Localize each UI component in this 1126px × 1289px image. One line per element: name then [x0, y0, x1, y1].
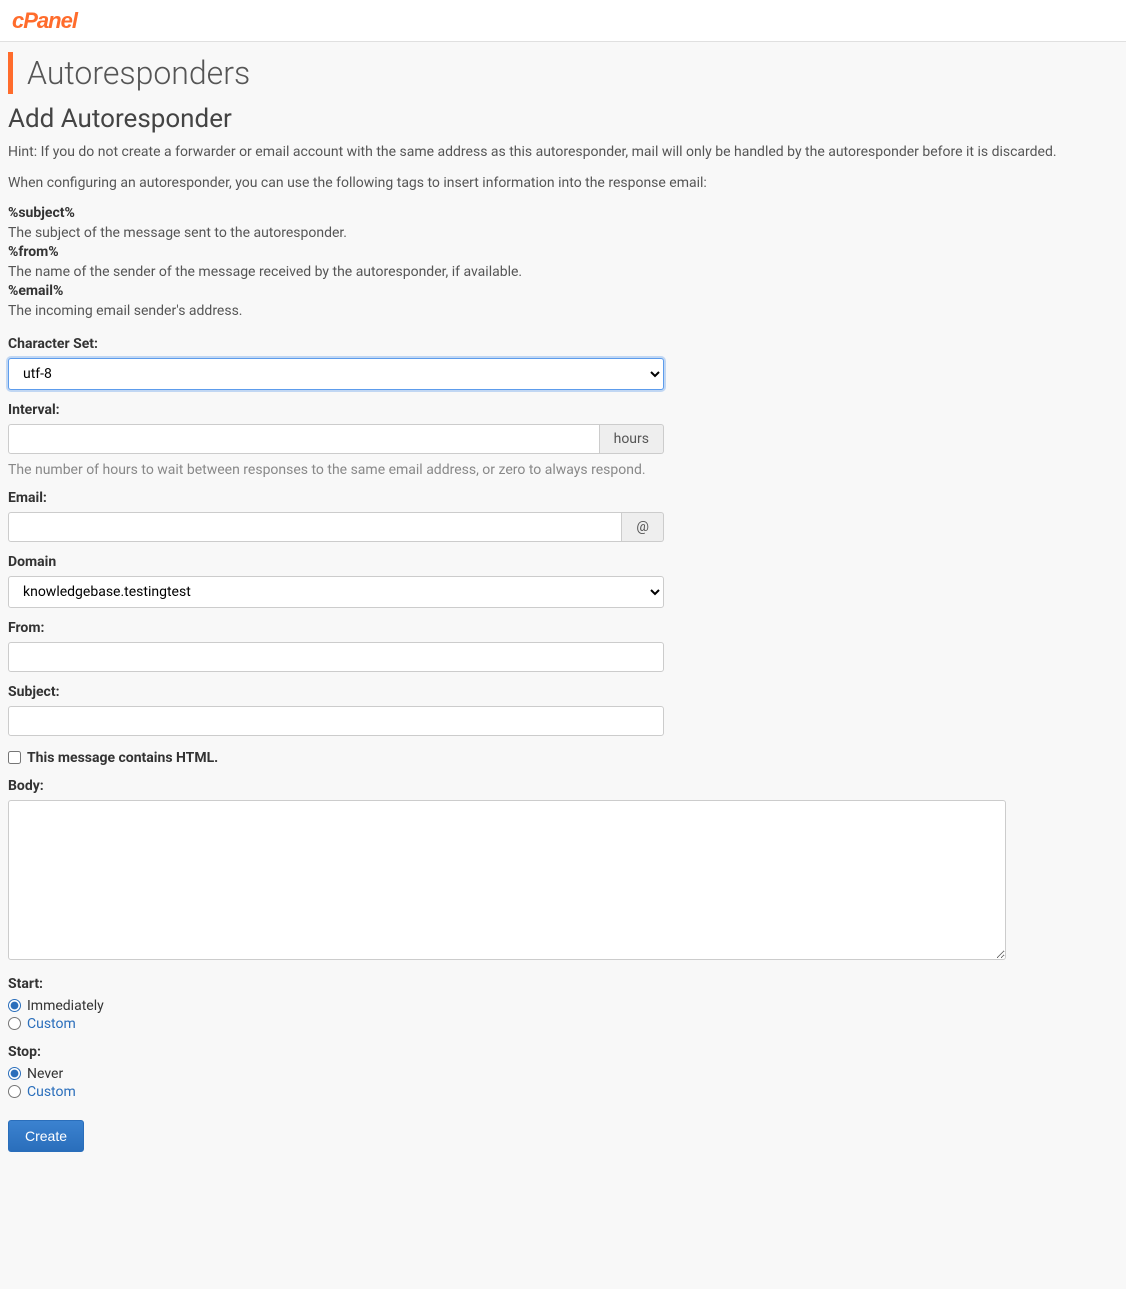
html-checkbox-label: This message contains HTML.: [27, 750, 218, 766]
body-textarea[interactable]: [8, 800, 1006, 960]
top-bar: cPanel: [0, 0, 1126, 42]
interval-group: hours: [8, 424, 664, 454]
section-title: Add Autoresponder: [8, 104, 1118, 134]
html-checkbox-row: This message contains HTML.: [8, 750, 1118, 766]
tag-name-subject: %subject%: [8, 205, 75, 221]
start-label: Start:: [8, 976, 1118, 992]
start-radio-custom[interactable]: [8, 1017, 21, 1030]
tag-desc-subject: The subject of the message sent to the a…: [8, 224, 1118, 244]
tag-desc-email: The incoming email sender's address.: [8, 302, 1118, 322]
hint-text: Hint: If you do not create a forwarder o…: [8, 142, 1118, 163]
start-radio-immediately-label: Immediately: [27, 998, 104, 1014]
tag-desc-from: The name of the sender of the message re…: [8, 263, 1118, 283]
stop-label: Stop:: [8, 1044, 1118, 1060]
cpanel-logo: cPanel: [12, 8, 77, 34]
charset-select[interactable]: utf-8: [8, 358, 664, 390]
domain-select[interactable]: knowledgebase.testingtest: [8, 576, 664, 608]
from-input[interactable]: [8, 642, 664, 672]
interval-label: Interval:: [8, 402, 1118, 418]
interval-unit: hours: [600, 424, 664, 454]
tag-name-email: %email%: [8, 283, 63, 299]
body-label: Body:: [8, 778, 1118, 794]
email-input[interactable]: [8, 512, 622, 542]
email-addon: @: [622, 512, 664, 542]
start-radio-custom-row: Custom: [8, 1016, 1118, 1032]
page-title: Autoresponders: [27, 54, 1118, 92]
stop-radio-never[interactable]: [8, 1067, 21, 1080]
create-button[interactable]: Create: [8, 1120, 84, 1152]
charset-label: Character Set:: [8, 336, 1118, 352]
subject-input[interactable]: [8, 706, 664, 736]
stop-radio-never-label: Never: [27, 1066, 63, 1082]
html-checkbox[interactable]: [8, 751, 21, 764]
interval-input[interactable]: [8, 424, 600, 454]
stop-radio-custom[interactable]: [8, 1085, 21, 1098]
email-group: @: [8, 512, 664, 542]
email-label: Email:: [8, 490, 1118, 506]
interval-help: The number of hours to wait between resp…: [8, 462, 1118, 478]
start-radio-immediately[interactable]: [8, 999, 21, 1012]
stop-radio-custom-label[interactable]: Custom: [27, 1084, 76, 1100]
stop-radio-never-row: Never: [8, 1066, 1118, 1082]
tags-intro: When configuring an autoresponder, you c…: [8, 173, 1118, 194]
page-title-wrap: Autoresponders: [8, 52, 1118, 94]
subject-label: Subject:: [8, 684, 1118, 700]
domain-label: Domain: [8, 554, 1118, 570]
stop-radio-custom-row: Custom: [8, 1084, 1118, 1100]
tags-block: %subject% The subject of the message sen…: [8, 204, 1118, 322]
from-label: From:: [8, 620, 1118, 636]
start-radio-custom-label[interactable]: Custom: [27, 1016, 76, 1032]
start-radio-immediately-row: Immediately: [8, 998, 1118, 1014]
tag-name-from: %from%: [8, 244, 59, 260]
content-area: Add Autoresponder Hint: If you do not cr…: [0, 104, 1126, 1172]
